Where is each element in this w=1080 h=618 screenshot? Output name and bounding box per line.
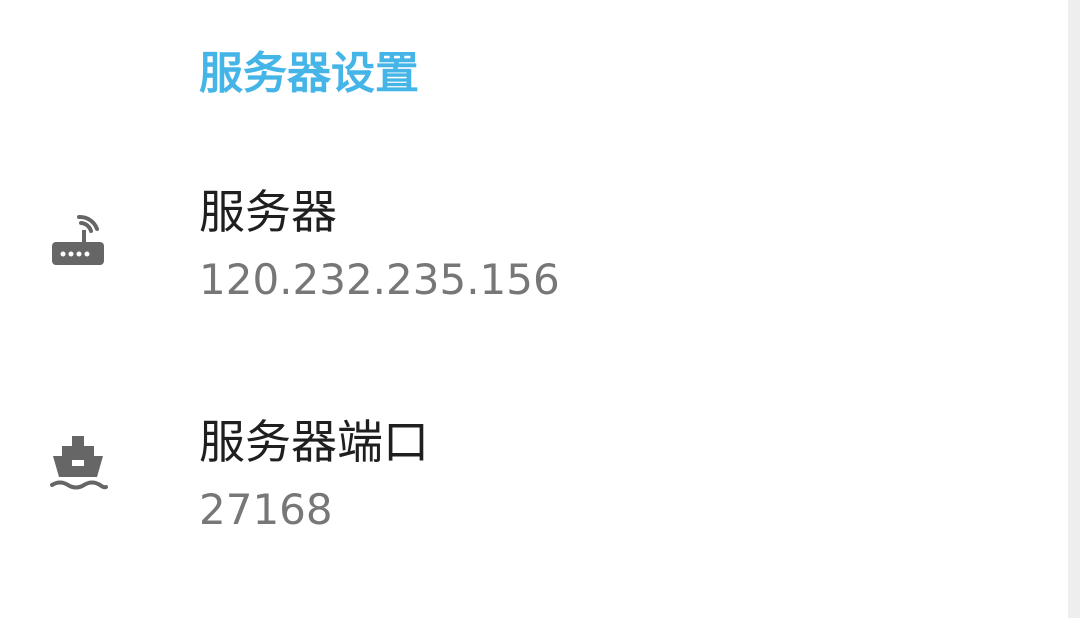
router-icon [46,207,110,271]
section-header-server-settings: 服务器设置 [199,48,419,99]
scrollbar-track[interactable] [1068,0,1080,618]
server-port-title: 服务器端口 [199,415,429,469]
server-preference[interactable]: 服务器 120.232.235.156 [0,155,1068,355]
server-title: 服务器 [199,185,337,239]
server-port-preference[interactable]: 服务器端口 27168 [0,385,1068,585]
server-port-value: 27168 [199,485,333,534]
server-address-value: 120.232.235.156 [199,255,560,304]
ship-icon [46,430,110,494]
